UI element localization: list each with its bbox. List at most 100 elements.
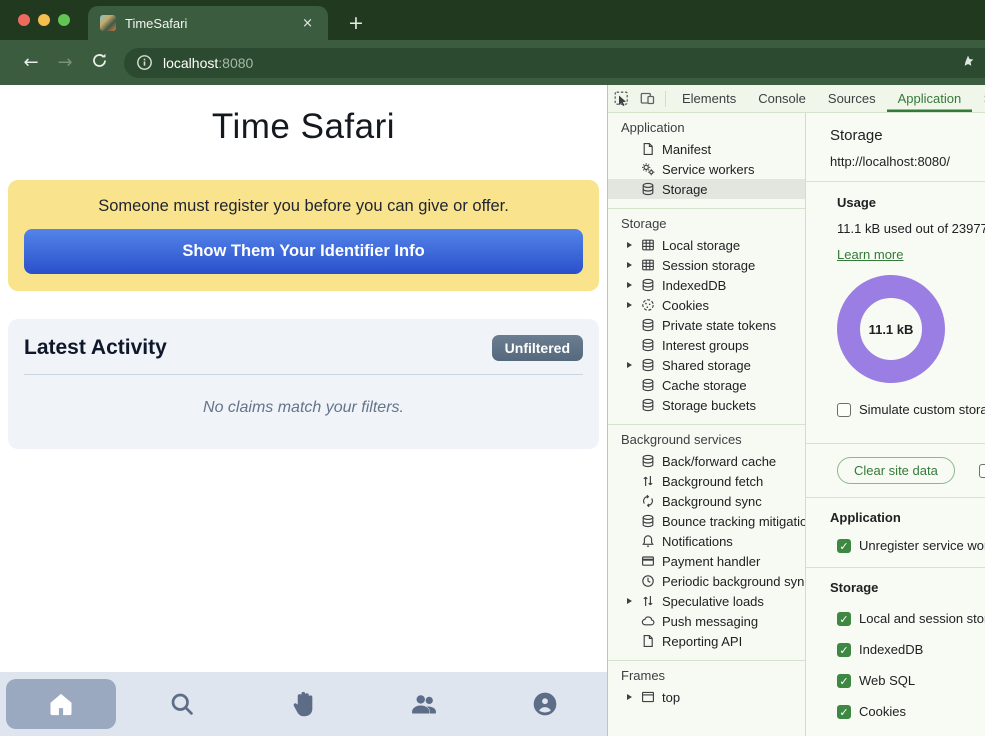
expander-triangle-icon[interactable] [627,302,632,308]
simulate-storage-checkbox[interactable] [837,403,851,417]
nav-item-hand[interactable] [242,672,363,736]
db-icon [641,338,655,352]
sidebar-item-storage[interactable]: Storage [608,179,805,199]
sidebar-item-reporting-api[interactable]: Reporting API [608,631,805,651]
sidebar-item-top[interactable]: top [608,687,805,707]
sidebar-item-label: Background fetch [662,474,763,489]
sidebar-item-speculative-loads[interactable]: Speculative loads [608,591,805,611]
storage-panel: Storage http://localhost:8080/ Usage 11.… [806,113,985,736]
devtools-tab-application[interactable]: Application [887,85,973,112]
expander-triangle-icon[interactable] [627,598,632,604]
clock-icon [641,574,655,588]
sidebar-item-storage-buckets[interactable]: Storage buckets [608,395,805,415]
sidebar-item-local-storage[interactable]: Local storage [608,235,805,255]
nav-item-profile[interactable] [484,672,605,736]
sidebar-item-bounce-tracking-mitigation[interactable]: Bounce tracking mitigation [608,511,805,531]
sidebar-item-back-forward-cache[interactable]: Back/forward cache [608,451,805,471]
db-icon [641,378,655,392]
devtools-tab-console[interactable]: Console [747,85,817,112]
expander-triangle-icon[interactable] [627,242,632,248]
sidebar-item-background-sync[interactable]: Background sync [608,491,805,511]
devtools-tab-sources[interactable]: Sources [817,85,887,112]
sidebar-item-payment-handler[interactable]: Payment handler [608,551,805,571]
sidebar-item-indexeddb[interactable]: IndexedDB [608,275,805,295]
sidebar-item-background-fetch[interactable]: Background fetch [608,471,805,491]
sidebar-item-private-state-tokens[interactable]: Private state tokens [608,315,805,335]
toolbar-separator [665,91,666,107]
sidebar-item-label: top [662,690,680,705]
sidebar-item-cookies[interactable]: Cookies [608,295,805,315]
unfiltered-button[interactable]: Unfiltered [492,335,583,361]
show-identifier-info-button[interactable]: Show Them Your Identifier Info [24,229,583,274]
checkbox-label: Local and session stor [859,611,985,626]
devtools-tab-elements[interactable]: Elements [671,85,747,112]
sidebar-section-title: Frames [608,665,805,687]
minimize-window-button[interactable] [38,14,50,26]
sidebar-item-service-workers[interactable]: Service workers [608,159,805,179]
browser-chrome: TimeSafari × + ← → localhost:8080 [0,0,985,85]
clear-option-row-web-sql: ✓Web SQL [830,673,985,688]
db-icon [641,182,655,196]
sidebar-item-label: Service workers [662,162,754,177]
clear-site-data-button[interactable]: Clear site data [837,457,955,484]
bookmark-icon[interactable] [961,54,975,71]
checkbox-unregister-service-wor[interactable]: ✓ [837,539,851,553]
site-info-icon[interactable] [136,54,153,71]
expander-triangle-icon[interactable] [627,262,632,268]
reload-icon [91,52,108,69]
donut-usage-label: 11.1 kB [869,322,914,337]
sidebar-section-frames: Frames top [608,661,805,716]
sidebar-item-session-storage[interactable]: Session storage [608,255,805,275]
nav-item-search[interactable] [121,672,242,736]
expander-triangle-icon[interactable] [627,282,632,288]
reload-button[interactable] [82,52,116,74]
storage-panel-title: Storage [830,127,985,144]
expander-triangle-icon[interactable] [627,362,632,368]
sidebar-item-shared-storage[interactable]: Shared storage [608,355,805,375]
sidebar-item-label: Shared storage [662,358,751,373]
checkbox-cookies[interactable]: ✓ [837,705,851,719]
sync-icon [641,494,655,508]
close-window-button[interactable] [18,14,30,26]
checkbox-indexeddb[interactable]: ✓ [837,643,851,657]
new-tab-button[interactable]: + [348,14,364,33]
clear-option-row-local-and-session-stor: ✓ Local and session stor [830,611,985,626]
storage-options-section: Storage ✓Local and session stor✓IndexedD… [806,568,985,736]
usage-donut-chart: 11.1 kB [837,275,945,383]
sidebar-item-interest-groups[interactable]: Interest groups [608,335,805,355]
expander-triangle-icon[interactable] [627,694,632,700]
checkbox-web-sql[interactable]: ✓ [837,674,851,688]
sidebar-item-label: Payment handler [662,554,760,569]
zoom-window-button[interactable] [58,14,70,26]
learn-more-link[interactable]: Learn more [837,247,903,262]
db-icon [641,278,655,292]
sidebar-item-label: Background sync [662,494,762,509]
sidebar-item-manifest[interactable]: Manifest [608,139,805,159]
sidebar-item-periodic-background-sync[interactable]: Periodic background sync [608,571,805,591]
forward-button[interactable]: → [48,52,82,73]
tab-close-icon[interactable]: × [299,16,316,31]
sidebar-item-notifications[interactable]: Notifications [608,531,805,551]
sidebar-item-cache-storage[interactable]: Cache storage [608,375,805,395]
application-options-title: Application [830,510,985,525]
checkbox-local-and-session-stor[interactable]: ✓ [837,612,851,626]
bottom-navigation [0,672,607,736]
address-bar[interactable]: localhost:8080 [124,48,985,78]
sidebar-item-label: Cookies [662,298,709,313]
including-third-party-checkbox[interactable] [979,464,985,478]
device-toolbar-icon[interactable] [634,91,660,106]
sidebar-section-application: ApplicationManifestService workersStorag… [608,113,805,209]
browser-window: TimeSafari × + ← → localhost:8080 [0,0,985,736]
sidebar-item-label: Storage [662,182,708,197]
back-button[interactable]: ← [14,52,48,73]
nav-item-people[interactable] [363,672,484,736]
table-icon [641,258,655,272]
sidebar-item-push-messaging[interactable]: Push messaging [608,611,805,631]
nav-item-home[interactable] [0,672,121,736]
cookie-icon [641,298,655,312]
inspect-element-icon[interactable] [608,91,634,106]
arrows-icon [641,474,655,488]
browser-tab[interactable]: TimeSafari × [88,6,328,40]
home-icon [47,690,75,718]
clear-option-row-unregister-service-wor: ✓Unregister service wor [830,538,985,553]
